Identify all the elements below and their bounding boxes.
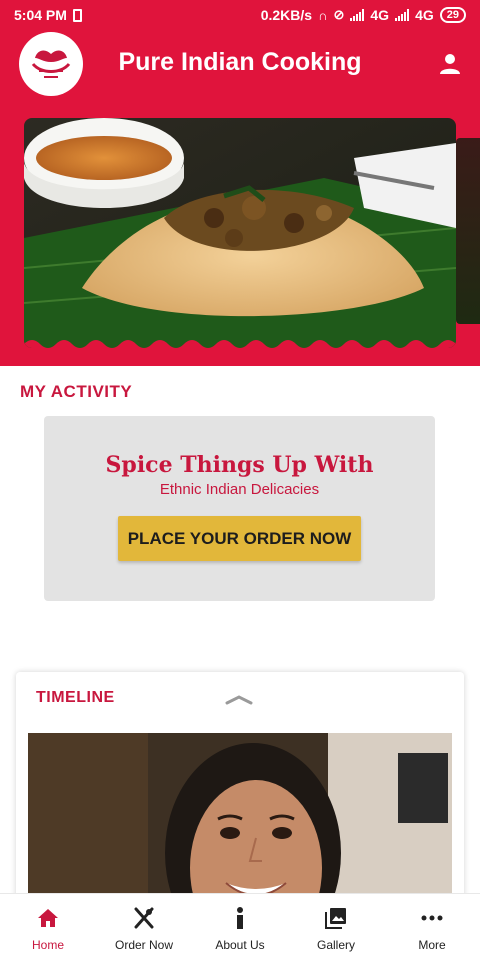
status-bar: 5:04 PM 0.2KB/s ∩ ⊘ 4G 4G 29 — [0, 0, 480, 30]
banner-image[interactable] — [24, 118, 456, 348]
status-time: 5:04 PM — [14, 7, 67, 23]
network-type-1: 4G — [370, 7, 390, 23]
nav-home[interactable]: Home — [0, 894, 96, 960]
banner-next-slide[interactable] — [456, 138, 480, 324]
nav-more[interactable]: More — [384, 894, 480, 960]
app-screen: 5:04 PM 0.2KB/s ∩ ⊘ 4G 4G 29 Pure Indian… — [0, 0, 480, 960]
place-order-button[interactable]: PLACE YOUR ORDER NOW — [118, 516, 361, 561]
info-icon — [228, 906, 252, 930]
battery-icon: 29 — [439, 7, 466, 23]
promo-card: Spice Things Up With Ethnic Indian Delic… — [44, 416, 435, 601]
nav-gallery-label: Gallery — [316, 938, 355, 952]
network-type-2: 4G — [415, 7, 434, 23]
fork-knife-icon — [132, 906, 156, 930]
nav-order-now[interactable]: Order Now — [96, 894, 192, 960]
my-activity-title: MY ACTIVITY — [20, 382, 133, 401]
signal-icon-2 — [395, 9, 410, 21]
promo-heading: Spice Things Up With — [105, 452, 374, 478]
signal-icon — [350, 9, 365, 21]
mute-icon: ⊘ — [333, 7, 345, 22]
battery-level: 29 — [446, 9, 459, 21]
chevron-up-icon[interactable] — [225, 692, 253, 706]
nav-about-label: About Us — [215, 938, 265, 952]
nav-gallery[interactable]: Gallery — [288, 894, 384, 960]
timeline-title: TIMELINE — [36, 689, 115, 706]
more-dots-icon — [420, 906, 444, 930]
nav-more-label: More — [418, 938, 446, 952]
nav-home-label: Home — [31, 938, 64, 952]
app-title: Pure Indian Cooking — [118, 48, 362, 76]
nav-order-label: Order Now — [114, 938, 173, 952]
app-header: Pure Indian Cooking — [0, 30, 480, 100]
home-icon — [36, 906, 60, 930]
sim-icon — [72, 8, 82, 22]
network-speed: 0.2KB/s — [260, 7, 313, 23]
user-icon[interactable] — [438, 52, 462, 76]
promo-subheading: Ethnic Indian Delicacies — [159, 481, 320, 498]
nav-about-us[interactable]: About Us — [192, 894, 288, 960]
gallery-icon — [324, 906, 348, 930]
header-area: 5:04 PM 0.2KB/s ∩ ⊘ 4G 4G 29 Pure Indian… — [0, 0, 480, 366]
bottom-navigation: Home Order Now About Us Gallery More — [0, 893, 480, 960]
headphone-icon: ∩ — [318, 7, 328, 23]
